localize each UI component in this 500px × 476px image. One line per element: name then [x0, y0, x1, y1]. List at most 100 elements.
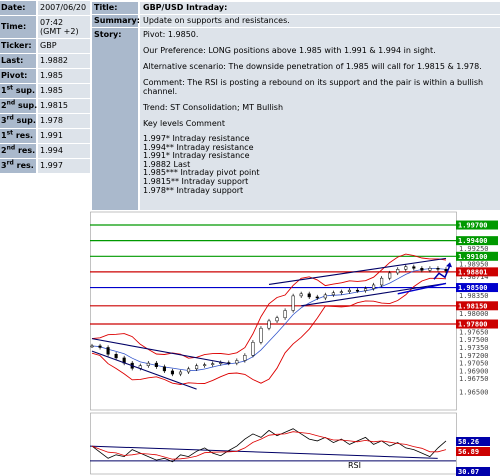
candle-body	[307, 293, 311, 298]
candle-body	[404, 266, 408, 270]
info-label-ordinal: rd	[6, 114, 14, 122]
key-levels-header: Key levels Comment	[143, 119, 225, 128]
key-level-item: 1.978** Intraday support	[143, 185, 244, 195]
price-tag-label: 1.99700	[458, 222, 488, 230]
info-label-text: sup.	[13, 116, 36, 125]
info-label: 3rd res.	[0, 159, 36, 173]
info-row: Pivot: 1.985	[0, 69, 90, 83]
info-row: Time: 07:42 (GMT +2)	[0, 16, 90, 38]
chart-background	[90, 210, 500, 476]
candle-body	[372, 284, 376, 289]
candle-body	[436, 268, 440, 270]
price-axis-tick: 1.99250	[459, 245, 489, 253]
info-row: 2nd res. 1.994	[0, 144, 90, 158]
price-tag-label: 1.98500	[458, 284, 488, 292]
price-axis-tick: 1.97350	[459, 344, 489, 352]
key-levels-list: 1.997* Intraday resistance 1.994** Intrad…	[143, 134, 500, 195]
story-panel: Title: GBP/USD Intraday: Summary: Update…	[92, 0, 500, 212]
key-level-item: 1.991* Intraday resistance	[143, 151, 250, 161]
story-trend: Trend: ST Consolidation; MT Bullish	[143, 103, 284, 112]
info-label-text: res.	[13, 161, 34, 170]
candle-body	[420, 268, 424, 271]
price-tag-label: 1.99400	[458, 237, 488, 245]
info-label: 2nd res.	[0, 144, 36, 158]
candle-body	[355, 289, 360, 292]
candle-body	[388, 272, 392, 279]
price-axis-tick: 1.97500	[459, 336, 489, 344]
info-label-text: sup.	[13, 86, 36, 95]
info-row: 1st res. 1.991	[0, 129, 90, 143]
candle-body	[428, 268, 432, 271]
rsi-value-label: 30.07	[458, 468, 479, 476]
info-value: 1.991	[38, 129, 90, 143]
info-value: 1.994	[38, 144, 90, 158]
info-value: 1.997	[38, 159, 90, 173]
info-label: 1st sup.	[0, 84, 36, 98]
candle-body	[339, 291, 343, 294]
candle-body	[363, 288, 368, 291]
story-comment: Comment: The RSI is posting a rebound on…	[143, 78, 484, 96]
candle-body	[154, 362, 158, 368]
story-label: Story:	[92, 28, 138, 212]
candle-body	[315, 296, 319, 299]
price-axis-tick: 1.97050	[459, 360, 489, 368]
info-label: 3rd sup.	[0, 114, 36, 128]
candle-body	[162, 366, 166, 372]
info-value: 1.978	[38, 114, 90, 128]
candle-body	[211, 363, 215, 365]
info-label: Ticker:	[0, 39, 36, 53]
candle-body	[186, 368, 191, 373]
ticker-info-panel: Date: 2007/06/20 Time: 07:42 (GMT +2) Ticker:…	[0, 0, 90, 173]
info-label: Pivot:	[0, 69, 36, 83]
info-row: 3rd sup. 1.978	[0, 114, 90, 128]
info-label: 1st res.	[0, 129, 36, 143]
candle-body	[412, 266, 416, 269]
candle-body	[170, 370, 175, 375]
candle-body	[267, 320, 271, 329]
candle-body	[299, 293, 303, 297]
candle-body	[243, 355, 247, 361]
price-tag-label: 1.98801	[458, 268, 488, 276]
story-body: Pivot: 1.9850. Our Preference: LONG posi…	[140, 28, 500, 212]
story-preference: Our Preference: LONG positions above 1.9…	[143, 46, 436, 55]
story-summary: Update on supports and resistances.	[140, 15, 500, 27]
rsi-value-label: 56.89	[458, 448, 479, 456]
price-tag-label: 1.98150	[458, 302, 488, 310]
info-row: Last: 1.9882	[0, 54, 90, 68]
info-row: 2nd sup. 1.9815	[0, 99, 90, 113]
price-axis-tick: 1.96750	[459, 375, 489, 383]
price-chart: 1.997001.994001.992501.991001.989501.988…	[90, 210, 500, 476]
candle-body	[380, 277, 384, 286]
price-axis-tick: 1.97200	[459, 352, 489, 360]
candle-body	[347, 289, 352, 292]
candle-body	[235, 360, 239, 364]
price-tag-label: 1.97800	[458, 321, 488, 329]
candle-body	[195, 365, 199, 370]
info-value: 1.985	[38, 69, 90, 83]
story-alternative: Alternative scenario: The downside penet…	[143, 62, 482, 71]
info-label: Date:	[0, 1, 36, 15]
candle-body	[283, 310, 287, 319]
candle-body	[106, 347, 110, 355]
price-axis-tick: 1.98000	[459, 310, 489, 318]
info-label-text: res.	[15, 146, 36, 155]
info-value: 2007/06/20	[38, 1, 90, 15]
candle-body	[98, 345, 102, 348]
candle-body	[251, 342, 255, 356]
price-axis-tick: 1.96900	[459, 367, 489, 375]
info-label-ordinal: rd	[6, 159, 14, 167]
info-value-line: 07:42	[40, 18, 64, 27]
price-axis-tick: 1.96500	[459, 388, 489, 396]
info-row: 3rd res. 1.997	[0, 159, 90, 173]
info-value-line: (GMT +2)	[40, 27, 79, 36]
info-label: Time:	[0, 16, 36, 38]
rsi-label: RSI	[348, 461, 361, 470]
info-row: 1st sup. 1.985	[0, 84, 90, 98]
candle-body	[444, 269, 448, 272]
candle-body	[331, 292, 335, 296]
candle-body	[275, 317, 279, 322]
story-pivot: Pivot: 1.9850.	[143, 30, 199, 39]
info-value: GBP	[38, 39, 90, 53]
price-axis-tick: 1.98350	[459, 292, 489, 300]
info-value: 1.985	[38, 84, 90, 98]
